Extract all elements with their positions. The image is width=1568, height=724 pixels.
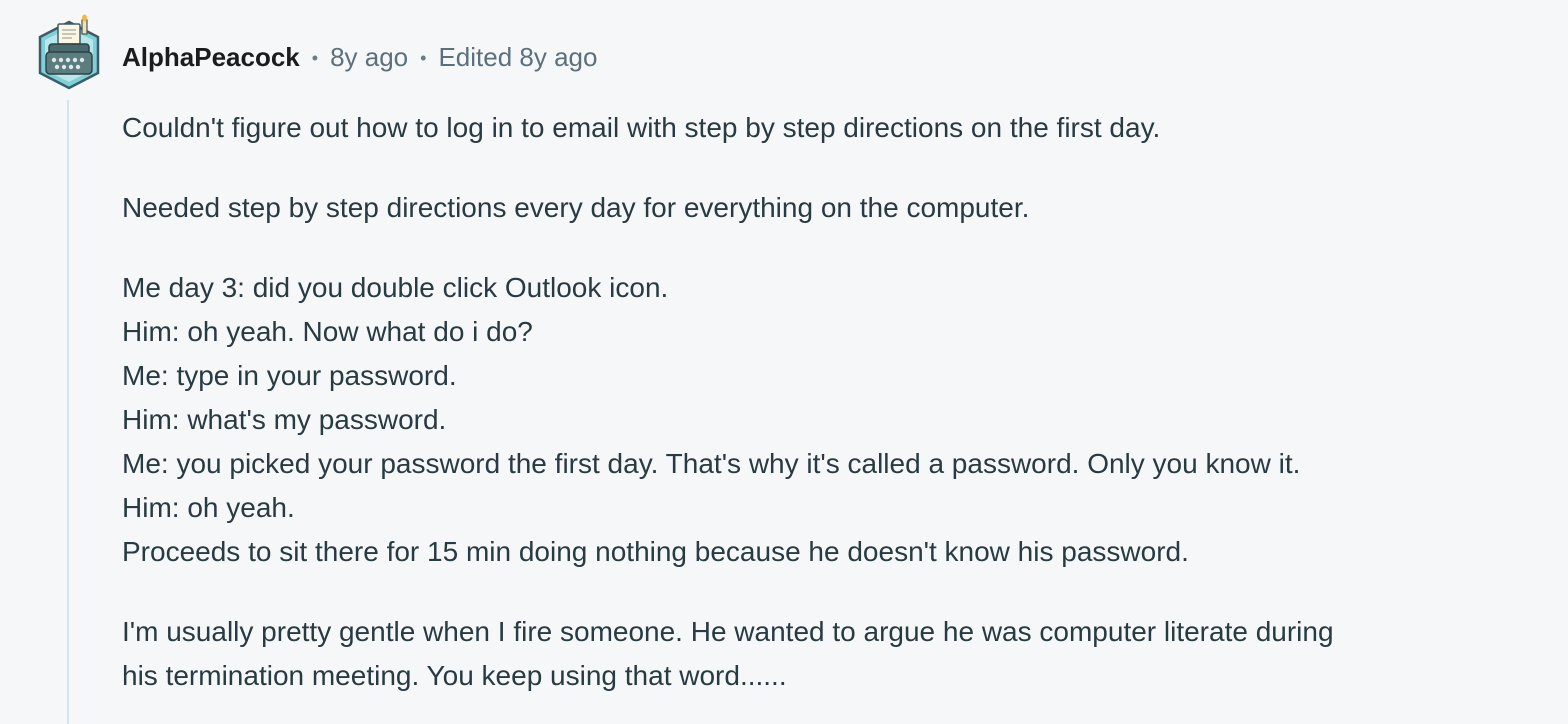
author-username[interactable]: AlphaPeacock	[122, 42, 300, 73]
typewriter-snoo-avatar-icon	[38, 14, 100, 90]
comment-line: Couldn't figure out how to log in to ema…	[122, 112, 1161, 143]
comment-paragraph: Couldn't figure out how to log in to ema…	[122, 106, 1542, 150]
meta-separator: •	[420, 47, 427, 68]
comment-line: Proceeds to sit there for 15 min doing n…	[122, 536, 1189, 567]
meta-separator: •	[311, 47, 319, 68]
comment-line: Him: oh yeah.	[122, 492, 295, 523]
comment-line: Me: type in your password.	[122, 360, 457, 391]
comment-line: Me day 3: did you double click Outlook i…	[122, 272, 669, 303]
comment-paragraph: I'm usually pretty gentle when I fire so…	[122, 610, 1542, 698]
comment-line: Him: oh yeah. Now what do i do?	[122, 316, 533, 347]
comment-line: Him: what's my password.	[122, 404, 447, 435]
comment-paragraph: Me day 3: did you double click Outlook i…	[122, 266, 1542, 574]
comment-line: his termination meeting. You keep using …	[122, 660, 787, 691]
comment-body: Couldn't figure out how to log in to ema…	[122, 106, 1542, 724]
comment-line: Needed step by step directions every day…	[122, 192, 1030, 223]
thread-collapse-line[interactable]	[67, 100, 69, 724]
comment-line: I'm usually pretty gentle when I fire so…	[122, 616, 1334, 647]
comment-paragraph: Needed step by step directions every day…	[122, 186, 1542, 230]
comment-meta: AlphaPeacock • 8y ago • Edited 8y ago	[122, 38, 597, 76]
user-avatar[interactable]	[36, 14, 102, 92]
comment-timestamp[interactable]: 8y ago	[330, 42, 408, 73]
edited-label: Edited 8y ago	[438, 41, 598, 72]
comment-line: Me: you picked your password the first d…	[122, 448, 1301, 479]
